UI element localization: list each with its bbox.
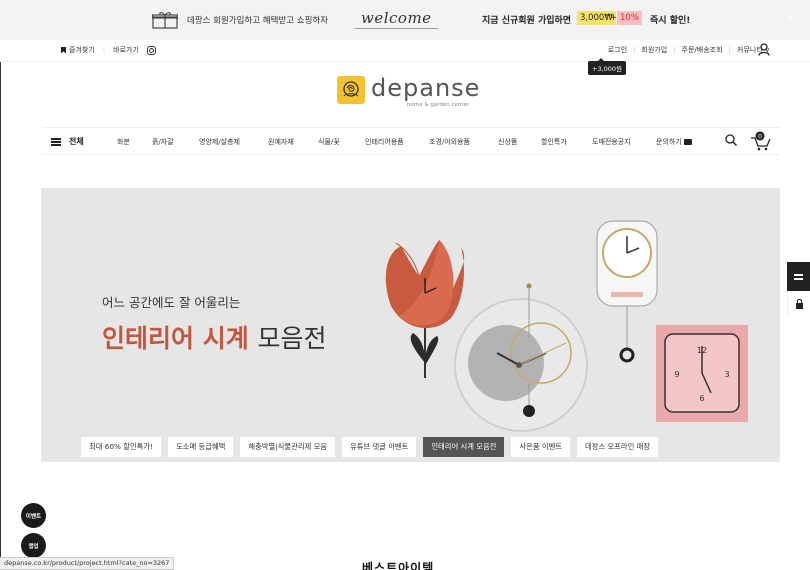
pink-square-clock: 12 9 3 6: [656, 325, 748, 422]
nav-item-soil[interactable]: 흙/자갈: [152, 137, 174, 147]
hero-banner[interactable]: 12 9 3 6 어느 공간에도 잘 어울리는 인테리어 시계 모음전 최대 6…: [41, 188, 780, 462]
nav-item-wholesale[interactable]: 도매전용공지: [592, 137, 631, 147]
login-link[interactable]: 로그인: [608, 45, 627, 55]
nav-item-interior[interactable]: 인테리어용품: [365, 137, 404, 147]
hero-tab-sale[interactable]: 최대 60% 할인특가!: [81, 437, 162, 457]
hero-tab-gift-event[interactable]: 사은품 이벤트: [511, 437, 571, 457]
order-tracking-link[interactable]: 주문/배송조회: [682, 45, 723, 55]
svg-text:3: 3: [724, 370, 729, 379]
hero-title: 인테리어 시계 모음전: [102, 319, 326, 355]
menu-icon: [794, 273, 803, 280]
gift-box-icon: [152, 12, 178, 29]
hero-subtitle: 어느 공간에도 잘 어울리는: [102, 295, 241, 310]
site-logo[interactable]: depanse home & garden center: [337, 74, 481, 108]
nav-item-landscaping[interactable]: 조경/야외용품: [429, 137, 470, 147]
hamburger-icon: [51, 137, 61, 146]
logo-wordmark: depanse: [371, 74, 481, 102]
hero-tab-youtube-event[interactable]: 유튜브 댓글 이벤트: [342, 437, 417, 457]
hero-tab-list: 최대 60% 할인특가! 도소매 등급혜택 해충박멸|식물관리제 모음 유튜브 …: [81, 437, 665, 459]
event-float-button[interactable]: 이벤트: [21, 503, 46, 528]
utility-right-links: 로그인 | 회원가입 | 주문/배송조회 | 커뮤니티 ∨: [608, 45, 770, 55]
nav-item-plants[interactable]: 식물/꽃: [318, 137, 340, 147]
nav-item-inquiry[interactable]: 문의하기: [656, 137, 692, 147]
hero-title-plain: 모음전: [257, 324, 327, 353]
all-categories-label: 전체: [69, 137, 84, 146]
utility-bar: 즐겨찾기 | 바로가기 로그인 | 회원가입 | 주문/배송조회 | 커뮤니티 …: [0, 40, 810, 62]
nav-item-pots[interactable]: 화분: [117, 137, 130, 147]
cart-count: 0: [758, 133, 762, 140]
hero-title-accent: 인테리어 시계: [102, 324, 249, 353]
cart-icon[interactable]: 0: [750, 131, 772, 151]
top-promo-banner[interactable]: 데팡스 회원가입하고 혜택받고 쇼핑하자 welcome 지금 신규회원 가입하…: [0, 0, 810, 40]
divider: |: [728, 46, 731, 54]
best-items-title: 베스트아이템: [362, 561, 435, 570]
side-bag-button[interactable]: [787, 291, 810, 317]
app-float-button[interactable]: 앱업: [21, 533, 46, 558]
side-menu-button[interactable]: [787, 262, 810, 291]
main-navigation: 전체 화분 흙/자갈 영양제/살충제 원예자재 식물/꽃 인테리어용품 조경/야…: [42, 127, 780, 155]
logo-tagline: home & garden center: [407, 102, 470, 108]
signup-points-badge: +3,000원: [588, 58, 627, 75]
banner-close-icon[interactable]: ✕: [786, 13, 794, 24]
all-categories-button[interactable]: 전체: [51, 136, 84, 147]
join-link[interactable]: 회원가입: [641, 45, 667, 55]
chat-bubble-icon: [683, 139, 692, 145]
nav-item-nutrients[interactable]: 영양제/살충제: [199, 137, 240, 147]
banner-join-text: 데팡스 회원가입하고 혜택받고 쇼핑하자: [187, 16, 329, 26]
nav-item-inquiry-label: 문의하기: [656, 138, 682, 146]
user-icon[interactable]: [758, 43, 770, 56]
logo-rose-icon: [337, 76, 365, 104]
svg-text:9: 9: [674, 370, 679, 379]
tulip-clock: [385, 240, 465, 378]
hero-tab-offline-store[interactable]: 데팡스 오프라인 매장: [577, 437, 659, 457]
search-icon[interactable]: [725, 134, 737, 146]
nav-item-new[interactable]: 신상품: [498, 137, 517, 147]
utility-left-links: 즐겨찾기 | 바로가기: [61, 45, 156, 55]
page-left-border: [0, 62, 1, 557]
shortcut-link[interactable]: 바로가기: [113, 45, 139, 55]
svg-text:6: 6: [699, 394, 704, 403]
instagram-icon[interactable]: [146, 45, 156, 55]
hero-tab-pest-control[interactable]: 해충박멸|식물관리제 모음: [240, 437, 335, 457]
hero-tab-grade-benefits[interactable]: 도소매 등급혜택: [168, 437, 234, 457]
divider: |: [673, 46, 676, 54]
status-bar-url: depanse.co.kr/product/project.html?cate_…: [0, 557, 175, 570]
banner-signup-text: 지금 신규회원 가입하면: [482, 16, 572, 26]
nav-item-sale[interactable]: 할인특가: [541, 137, 567, 147]
nav-item-garden-supplies[interactable]: 원예자재: [268, 137, 294, 147]
divider: |: [102, 46, 106, 54]
bookmark-link[interactable]: 즐겨찾기: [69, 45, 95, 55]
bookmark-icon: [61, 46, 66, 54]
svg-text:12: 12: [697, 346, 707, 355]
banner-instant-discount-text: 즉시 할인!: [650, 16, 691, 26]
hero-tab-clock-sale[interactable]: 인테리어 시계 모음전: [423, 437, 505, 457]
banner-discount-highlight: 10%: [617, 11, 642, 25]
pendulum-wall-clock: [596, 220, 658, 363]
banner-welcome-script: welcome: [355, 9, 438, 29]
shopping-bag-icon: [795, 298, 803, 309]
divider: |: [633, 46, 636, 54]
